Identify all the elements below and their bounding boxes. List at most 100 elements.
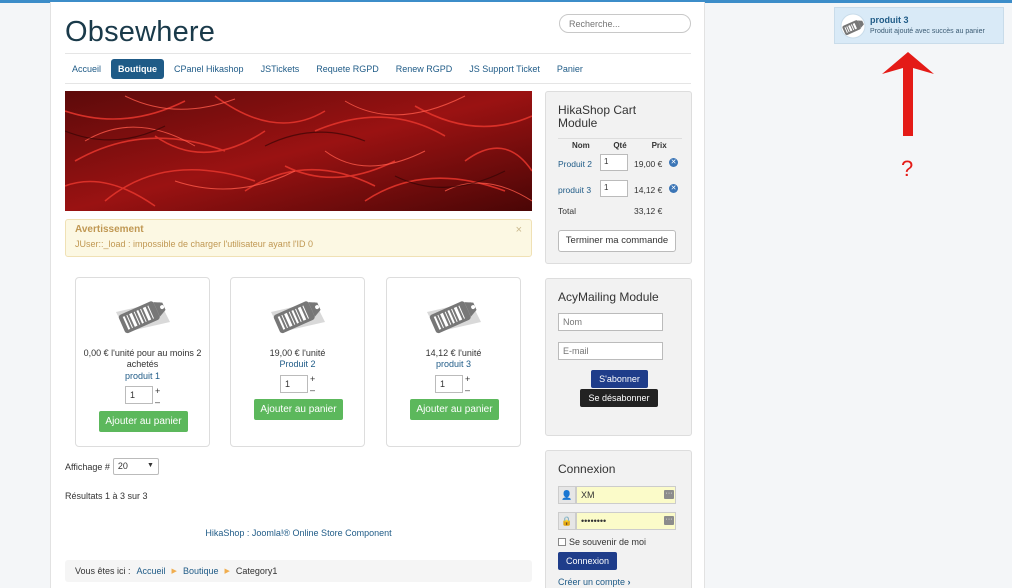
product-price: 0,00 € l'unité pour au moins 2 achetés <box>83 348 202 369</box>
cart-module-title: HikaShop Cart Module <box>558 103 637 130</box>
divider <box>65 53 691 54</box>
password-manager-icon[interactable]: ··· <box>664 490 674 499</box>
nav-item-js-support-ticket[interactable]: JS Support Ticket <box>462 59 547 79</box>
password-manager-icon[interactable]: ··· <box>664 516 674 525</box>
cart-table-header: Nom Qté Prix <box>558 138 682 152</box>
product-card-2: 19,00 € l'unité Produit 2 1 + – Ajouter … <box>230 277 365 447</box>
annotation-question-mark: ? <box>901 156 914 181</box>
remove-item-icon[interactable]: ✕ <box>669 158 678 167</box>
acymailing-module: AcyMailing Module S'abonner Se désabonne… <box>545 278 692 436</box>
price-tag-icon <box>840 13 866 39</box>
breadcrumb-prefix: Vous êtes ici : <box>75 566 131 576</box>
product-name-link[interactable]: produit 1 <box>76 371 209 381</box>
checkout-button[interactable]: Terminer ma commande <box>558 230 676 252</box>
page-container: Obsewhere Accueil Boutique CPanel Hikash… <box>50 2 705 588</box>
quantity-plus-button[interactable]: + <box>310 374 315 384</box>
product-price: 14,12 € l'unité <box>425 348 482 358</box>
divider <box>65 83 691 84</box>
quantity-minus-button[interactable]: – <box>155 397 160 407</box>
alert-message: JUser::_load : impossible de charger l'u… <box>75 239 314 249</box>
category-banner-image <box>65 91 532 211</box>
quantity-input[interactable]: 1 <box>280 375 308 393</box>
name-field[interactable] <box>558 313 663 331</box>
items-per-page-select[interactable]: 20 ▼ <box>112 458 159 475</box>
nav-item-panier[interactable]: Panier <box>550 59 590 79</box>
warning-alert: Avertissement JUser::_load : impossible … <box>65 219 532 257</box>
user-icon: 👤 <box>558 486 576 504</box>
password-input[interactable]: •••••••• <box>576 512 676 530</box>
login-button[interactable]: Connexion <box>558 552 617 570</box>
lock-icon: 🔒 <box>558 512 576 530</box>
nav-item-accueil[interactable]: Accueil <box>65 59 108 79</box>
chevron-right-icon: ▶ <box>171 568 177 575</box>
results-count: Résultats 1 à 3 sur 3 <box>65 491 148 501</box>
breadcrumb-item-accueil[interactable]: Accueil <box>137 566 166 576</box>
hikashop-credit-link[interactable]: HikaShop : Joomla!® Online Store Compone… <box>65 528 532 538</box>
main-nav: Accueil Boutique CPanel Hikashop JSTicke… <box>65 59 593 79</box>
remember-me-checkbox[interactable] <box>558 538 566 546</box>
alert-close-icon[interactable]: × <box>516 224 522 236</box>
cart-total-value: 33,12 € <box>634 206 663 216</box>
cart-header-name: Nom <box>558 138 604 152</box>
cart-notification[interactable]: produit 3 Produit ajouté avec succès au … <box>834 7 1004 44</box>
add-to-cart-button[interactable]: Ajouter au panier <box>254 399 343 420</box>
nav-item-requete-rgpd[interactable]: Requete RGPD <box>309 59 386 79</box>
chevron-right-icon: › <box>627 577 631 587</box>
cart-total-label: Total <box>558 206 576 216</box>
remove-item-icon[interactable]: ✕ <box>669 184 678 193</box>
remember-me-label: Se souvenir de moi <box>569 537 647 547</box>
nav-item-renew-rgpd[interactable]: Renew RGPD <box>389 59 460 79</box>
acymailing-title: AcyMailing Module <box>558 290 659 304</box>
product-name-link[interactable]: produit 3 <box>387 359 520 369</box>
product-card-3: 14,12 € l'unité produit 3 1 + – Ajouter … <box>386 277 521 447</box>
cart-row: produit 3 1 14,12 € ✕ <box>558 180 684 198</box>
email-field[interactable] <box>558 342 663 360</box>
breadcrumb-item-boutique[interactable]: Boutique <box>183 566 219 576</box>
quantity-input[interactable]: 1 <box>125 386 153 404</box>
cart-row: Produit 2 1 19,00 € ✕ <box>558 154 684 172</box>
chevron-right-icon: ▶ <box>224 568 230 575</box>
username-input[interactable]: XM <box>576 486 676 504</box>
cart-module: HikaShop Cart Module Nom Qté Prix Produi… <box>545 91 692 264</box>
site-brand[interactable]: Obsewhere <box>65 16 215 49</box>
cart-item-qty-input[interactable]: 1 <box>600 180 628 197</box>
add-to-cart-button[interactable]: Ajouter au panier <box>410 399 499 420</box>
cart-header-qty: Qté <box>603 138 637 152</box>
cart-item-price: 14,12 € <box>634 185 663 195</box>
annotation-arrow-up-icon <box>882 52 934 136</box>
cart-item-qty-input[interactable]: 1 <box>600 154 628 171</box>
cart-item-name-link[interactable]: Produit 2 <box>558 159 592 169</box>
nav-item-cpanel-hikashop[interactable]: CPanel Hikashop <box>167 59 251 79</box>
breadcrumb-item-current: Category1 <box>235 566 278 576</box>
cart-item-name-link[interactable]: produit 3 <box>558 185 591 195</box>
alert-title: Avertissement <box>75 224 144 235</box>
breadcrumb: Vous êtes ici : Accueil ▶ Boutique ▶ Cat… <box>65 560 532 582</box>
items-per-page-label: Affichage # <box>65 461 110 472</box>
product-name-link[interactable]: Produit 2 <box>231 359 364 369</box>
add-to-cart-button[interactable]: Ajouter au panier <box>99 411 188 432</box>
price-tag-icon <box>116 301 170 334</box>
quantity-minus-button[interactable]: – <box>465 385 470 395</box>
price-tag-icon <box>271 301 325 334</box>
nav-item-boutique[interactable]: Boutique <box>111 59 165 79</box>
items-per-page: Affichage # 20 ▼ <box>65 458 159 475</box>
price-tag-icon <box>427 301 481 334</box>
quantity-minus-button[interactable]: – <box>310 385 315 395</box>
cart-item-price: 19,00 € <box>634 159 663 169</box>
quantity-plus-button[interactable]: + <box>465 374 470 384</box>
subscribe-button[interactable]: S'abonner <box>591 370 648 388</box>
quantity-input[interactable]: 1 <box>435 375 463 393</box>
password-row: 🔒 •••••••• ··· <box>558 512 676 530</box>
login-module: Connexion 👤 XM ··· 🔒 •••••••• ··· Se sou… <box>545 450 692 588</box>
product-price: 19,00 € l'unité <box>269 348 326 358</box>
notification-title: produit 3 <box>870 15 909 25</box>
quantity-plus-button[interactable]: + <box>155 386 160 396</box>
dropdown-arrow-icon: ▼ <box>146 462 154 469</box>
cart-header-price: Prix <box>636 138 682 152</box>
login-title: Connexion <box>558 462 616 476</box>
search-input[interactable] <box>559 14 691 33</box>
create-account-link[interactable]: Créer un compte › <box>558 577 631 587</box>
notification-message: Produit ajouté avec succès au panier <box>870 28 985 35</box>
unsubscribe-button[interactable]: Se désabonner <box>580 389 658 407</box>
nav-item-jstickets[interactable]: JSTickets <box>254 59 307 79</box>
